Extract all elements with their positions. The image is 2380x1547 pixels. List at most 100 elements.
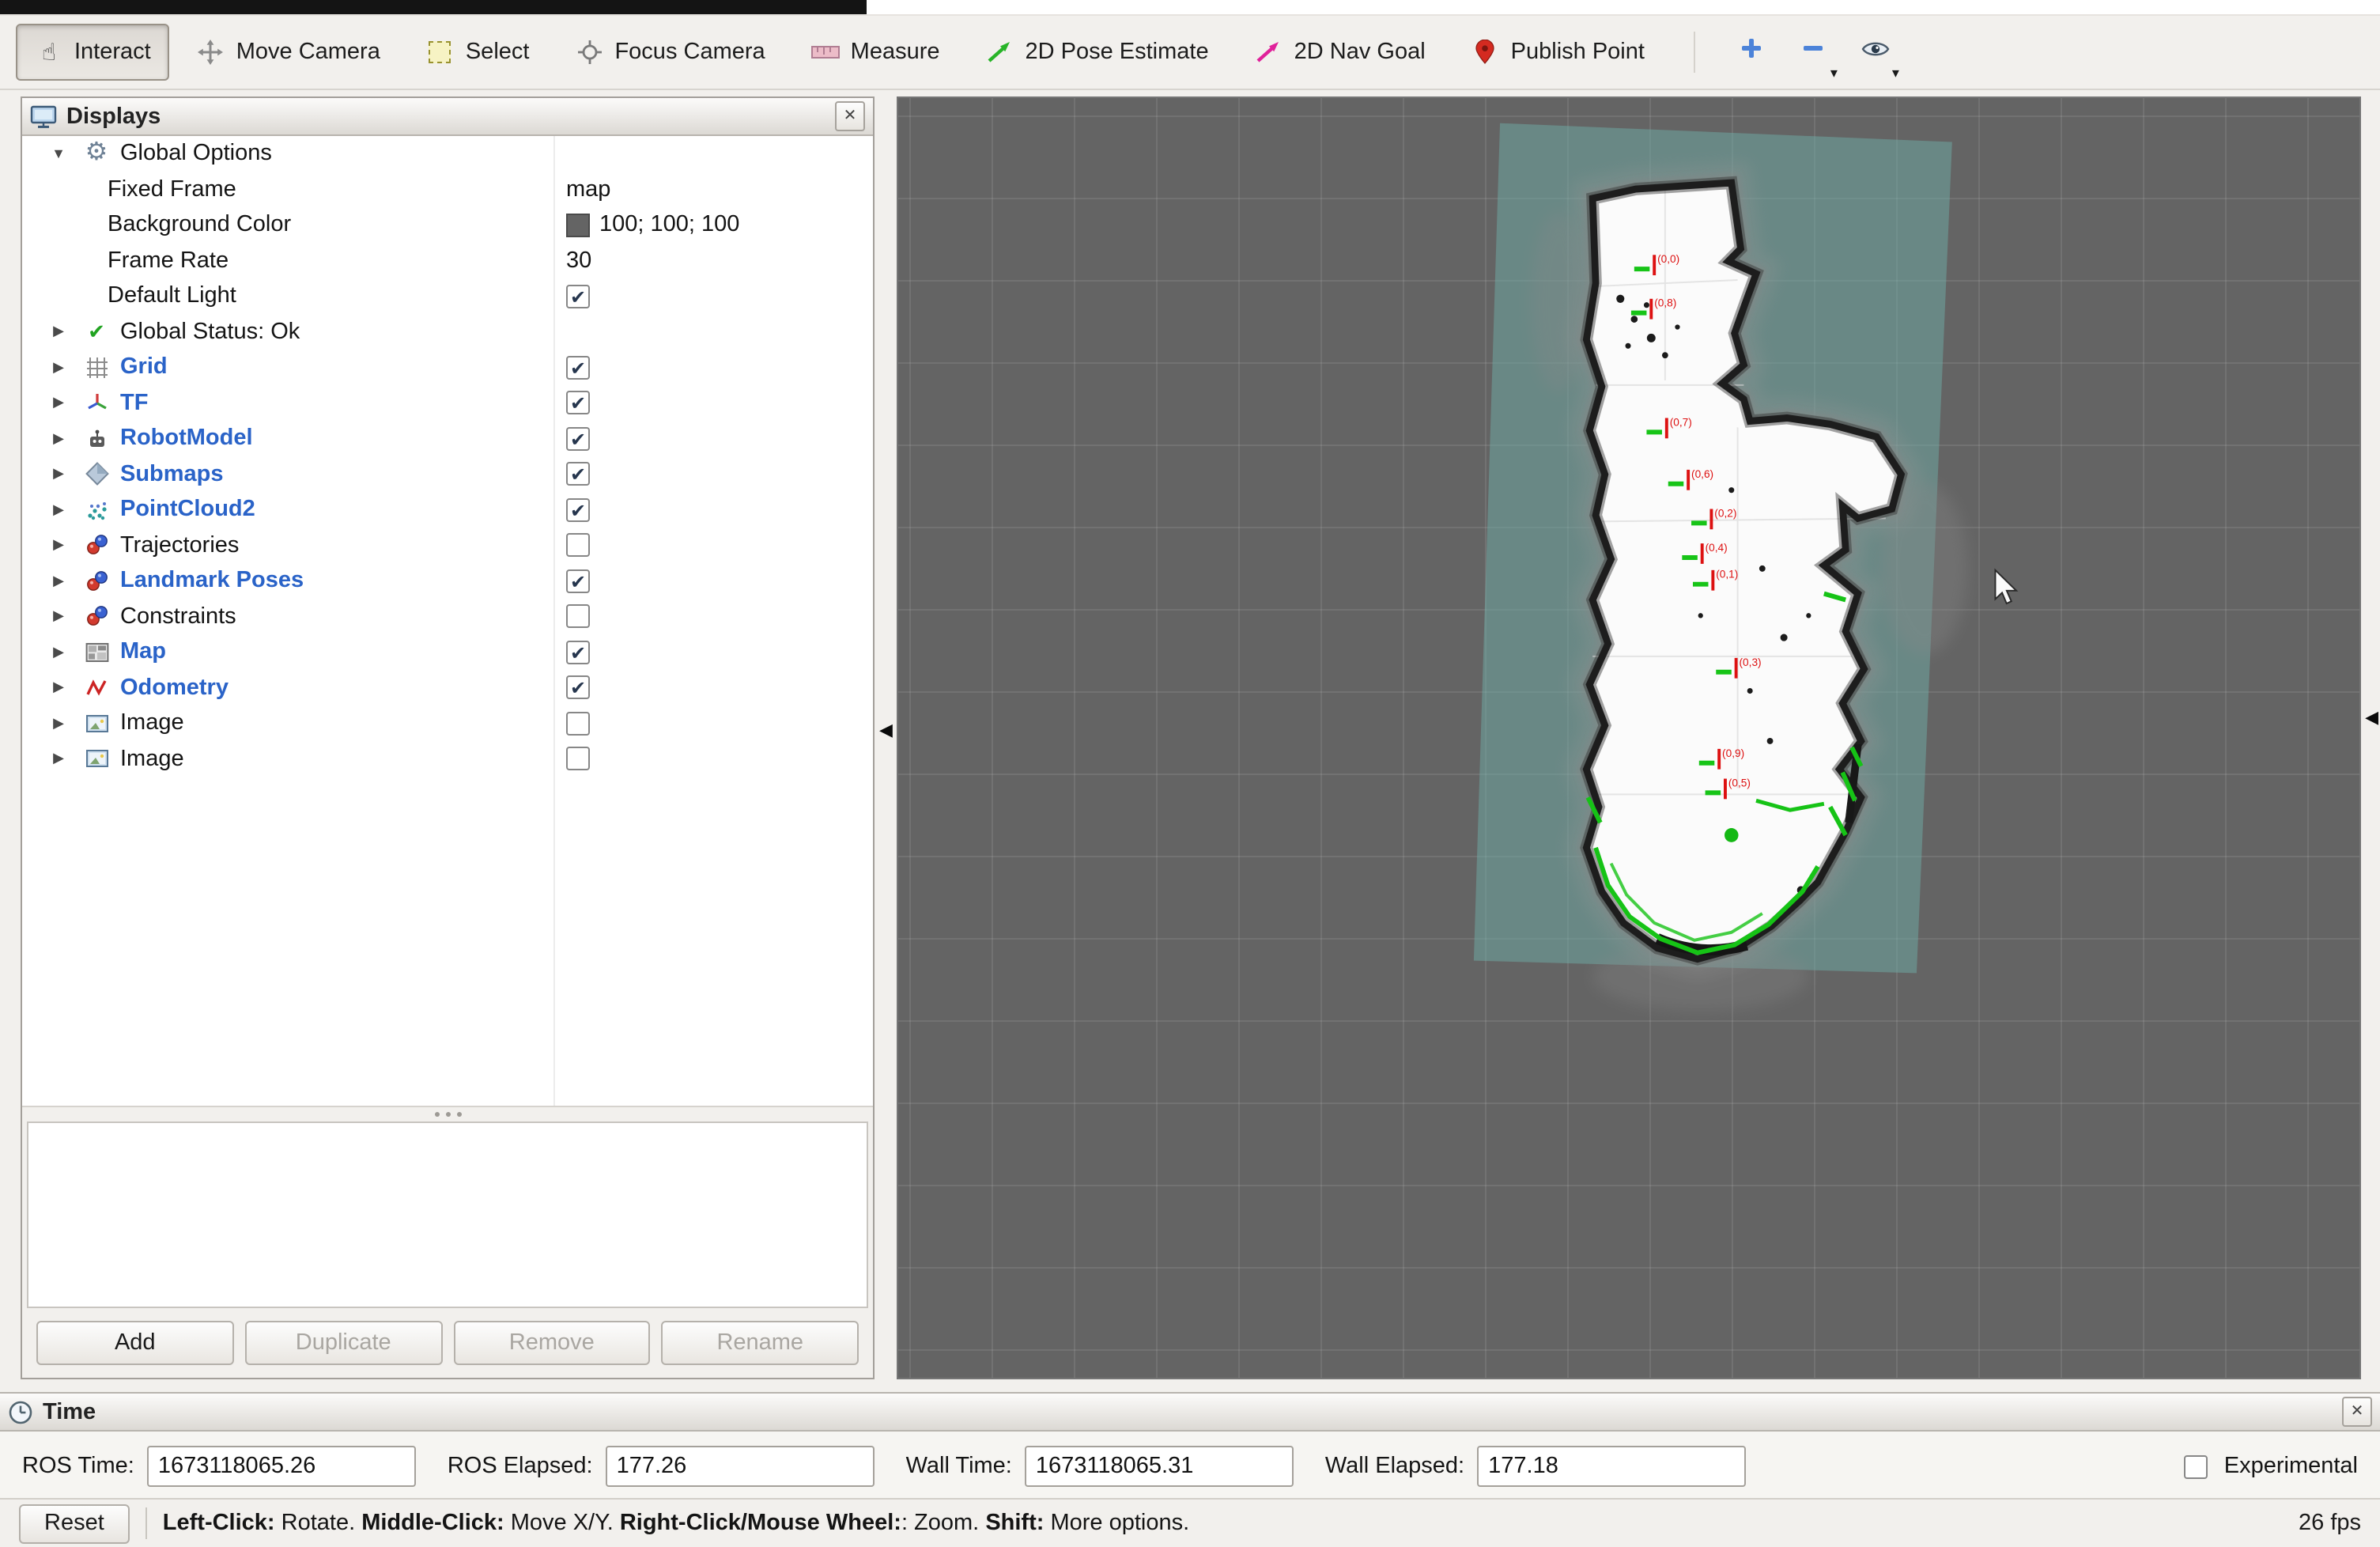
row-label-col: ▶TF (22, 391, 553, 416)
display-row-submaps[interactable]: ▶ Submaps ✔ (22, 456, 873, 492)
checkbox-map[interactable]: ✔ (566, 641, 590, 664)
display-row-constraints[interactable]: ▶ Constraints (22, 599, 873, 634)
displays-close-button[interactable]: ✕ (835, 101, 865, 131)
checkbox-trajectories[interactable] (566, 534, 590, 558)
display-label: Frame Rate (108, 248, 229, 274)
expander-closed-icon[interactable]: ▶ (44, 323, 73, 341)
panel-splitter-handle[interactable] (22, 1107, 873, 1121)
balls-icon (79, 605, 114, 629)
expander-closed-icon[interactable]: ▶ (44, 466, 73, 483)
row-label-col: ▶Grid (22, 355, 553, 380)
ros-elapsed-input[interactable] (606, 1446, 875, 1487)
display-label: Background Color (108, 213, 291, 238)
display-row-map[interactable]: ▶Map✔ (22, 634, 873, 670)
image-icon (79, 747, 114, 771)
view-button-remove-view[interactable]: ▾ (1787, 28, 1841, 76)
tool-measure[interactable]: Measure (792, 24, 959, 81)
color-swatch[interactable] (566, 214, 590, 237)
ros-time-input[interactable] (147, 1446, 416, 1487)
tool-publish-point[interactable]: Publish Point (1453, 24, 1664, 81)
expander-closed-icon[interactable]: ▶ (44, 608, 73, 626)
value-text[interactable]: 30 (566, 248, 591, 274)
expander-closed-icon[interactable]: ▶ (44, 430, 73, 448)
help-text-segment: : Zoom. (901, 1511, 985, 1536)
expander-closed-icon[interactable]: ▶ (44, 751, 73, 768)
expander-closed-icon[interactable]: ▶ (44, 715, 73, 732)
display-row-pointcloud2[interactable]: ▶PointCloud2✔ (22, 492, 873, 528)
experimental-checkbox[interactable] (2185, 1454, 2208, 1478)
display-row-landmark-poses[interactable]: ▶ Landmark Poses ✔ (22, 563, 873, 599)
view-button-visibility[interactable]: ▾ (1849, 28, 1902, 76)
expander-closed-icon[interactable]: ▶ (44, 359, 73, 376)
display-row-background-color[interactable]: Background Color100; 100; 100 (22, 207, 873, 243)
checkbox-grid[interactable]: ✔ (566, 356, 590, 380)
expander-closed-icon[interactable]: ▶ (44, 644, 73, 661)
checkbox-submaps[interactable]: ✔ (566, 463, 590, 486)
displays-panel: Displays ✕ ▼⚙Global OptionsFixed Framema… (21, 96, 875, 1379)
displays-tree[interactable]: ▼⚙Global OptionsFixed FramemapBackground… (22, 136, 873, 1107)
display-row-image[interactable]: ▶Image (22, 741, 873, 777)
main-area: Displays ✕ ▼⚙Global OptionsFixed Framema… (0, 90, 2380, 1392)
checkbox-image[interactable] (566, 747, 590, 771)
checkbox-default-light[interactable]: ✔ (566, 285, 590, 308)
remove-button[interactable]: Remove (453, 1321, 651, 1365)
time-close-button[interactable]: ✕ (2342, 1397, 2372, 1427)
expander-closed-icon[interactable]: ▶ (44, 395, 73, 412)
wall-elapsed-input[interactable] (1477, 1446, 1746, 1487)
help-text-segment: Left-Click: (163, 1511, 275, 1536)
view-button-add-view[interactable] (1725, 28, 1779, 76)
display-row-global-options[interactable]: ▼⚙Global Options (22, 136, 873, 172)
checkbox-robotmodel[interactable]: ✔ (566, 427, 590, 451)
robot-icon (79, 427, 114, 451)
splitter-collapse-left-button[interactable]: ◀ (879, 723, 893, 740)
tool-select[interactable]: Select (407, 24, 549, 81)
expander-closed-icon[interactable]: ▶ (44, 573, 73, 590)
checkbox-pointcloud2[interactable]: ✔ (566, 498, 590, 522)
help-text-segment: More options. (1044, 1511, 1189, 1536)
display-row-trajectories[interactable]: ▶Trajectories (22, 528, 873, 563)
minus-view-icon (1802, 36, 1826, 68)
display-label: Landmark Poses (120, 569, 304, 594)
value-text[interactable]: map (566, 177, 610, 202)
help-text-segment: Right-Click/Mouse Wheel: (620, 1511, 901, 1536)
checkbox-landmark-poses[interactable]: ✔ (566, 569, 590, 593)
expander-closed-icon[interactable]: ▶ (44, 501, 73, 519)
display-row-fixed-frame[interactable]: Fixed Framemap (22, 172, 873, 207)
tool-focus-camera[interactable]: Focus Camera (556, 24, 784, 81)
rename-button[interactable]: Rename (662, 1321, 859, 1365)
display-row-grid[interactable]: ▶Grid ✔ (22, 350, 873, 385)
checkbox-image[interactable] (566, 712, 590, 736)
row-value-col: ✔ (553, 356, 873, 380)
tool-move-camera[interactable]: Move Camera (178, 24, 399, 81)
checkbox-odometry[interactable]: ✔ (566, 676, 590, 700)
checkbox-constraints[interactable] (566, 605, 590, 629)
help-text-segment: Middle-Click: (361, 1511, 504, 1536)
tool-interact[interactable]: ☝Interact (16, 24, 170, 81)
display-label: Constraints (120, 604, 236, 630)
checkbox-tf[interactable]: ✔ (566, 391, 590, 415)
toolbar-separator (1694, 32, 1695, 73)
display-row-global-status-ok[interactable]: ▶✔Global Status: Ok (22, 314, 873, 350)
expander-open-icon[interactable]: ▼ (44, 146, 73, 162)
display-row-default-light[interactable]: Default Light✔ (22, 278, 873, 314)
display-row-odometry[interactable]: ▶Odometry ✔ (22, 670, 873, 705)
tool-2d-pose-estimate[interactable]: 2D Pose Estimate (967, 24, 1228, 81)
tool-label: Focus Camera (614, 40, 765, 65)
add-button[interactable]: Add (36, 1321, 234, 1365)
display-row-image[interactable]: ▶Image (22, 705, 873, 741)
display-row-robotmodel[interactable]: ▶RobotModel✔ (22, 421, 873, 456)
expander-closed-icon[interactable]: ▶ (44, 679, 73, 697)
row-label-col: ▶Odometry (22, 675, 553, 701)
duplicate-button[interactable]: Duplicate (245, 1321, 443, 1365)
display-row-frame-rate[interactable]: Frame Rate 30 (22, 243, 873, 278)
splitter-collapse-right-button[interactable]: ◀ (2365, 710, 2378, 728)
row-label-col: ▶✔Global Status: Ok (22, 320, 553, 345)
wall-time-input[interactable] (1025, 1446, 1294, 1487)
display-label: Submaps (120, 462, 224, 487)
display-row-tf[interactable]: ▶TF ✔ (22, 385, 873, 421)
expander-closed-icon[interactable]: ▶ (44, 537, 73, 554)
reset-button[interactable]: Reset (19, 1504, 130, 1543)
mouse-cursor (1995, 570, 2016, 603)
3d-viewport[interactable]: (0,0)(0,8)(0,7)(0,6)(0,2)(0,4)(0,1)(0,3)… (897, 96, 2361, 1379)
tool-2d-nav-goal[interactable]: 2D Nav Goal (1236, 24, 1445, 81)
